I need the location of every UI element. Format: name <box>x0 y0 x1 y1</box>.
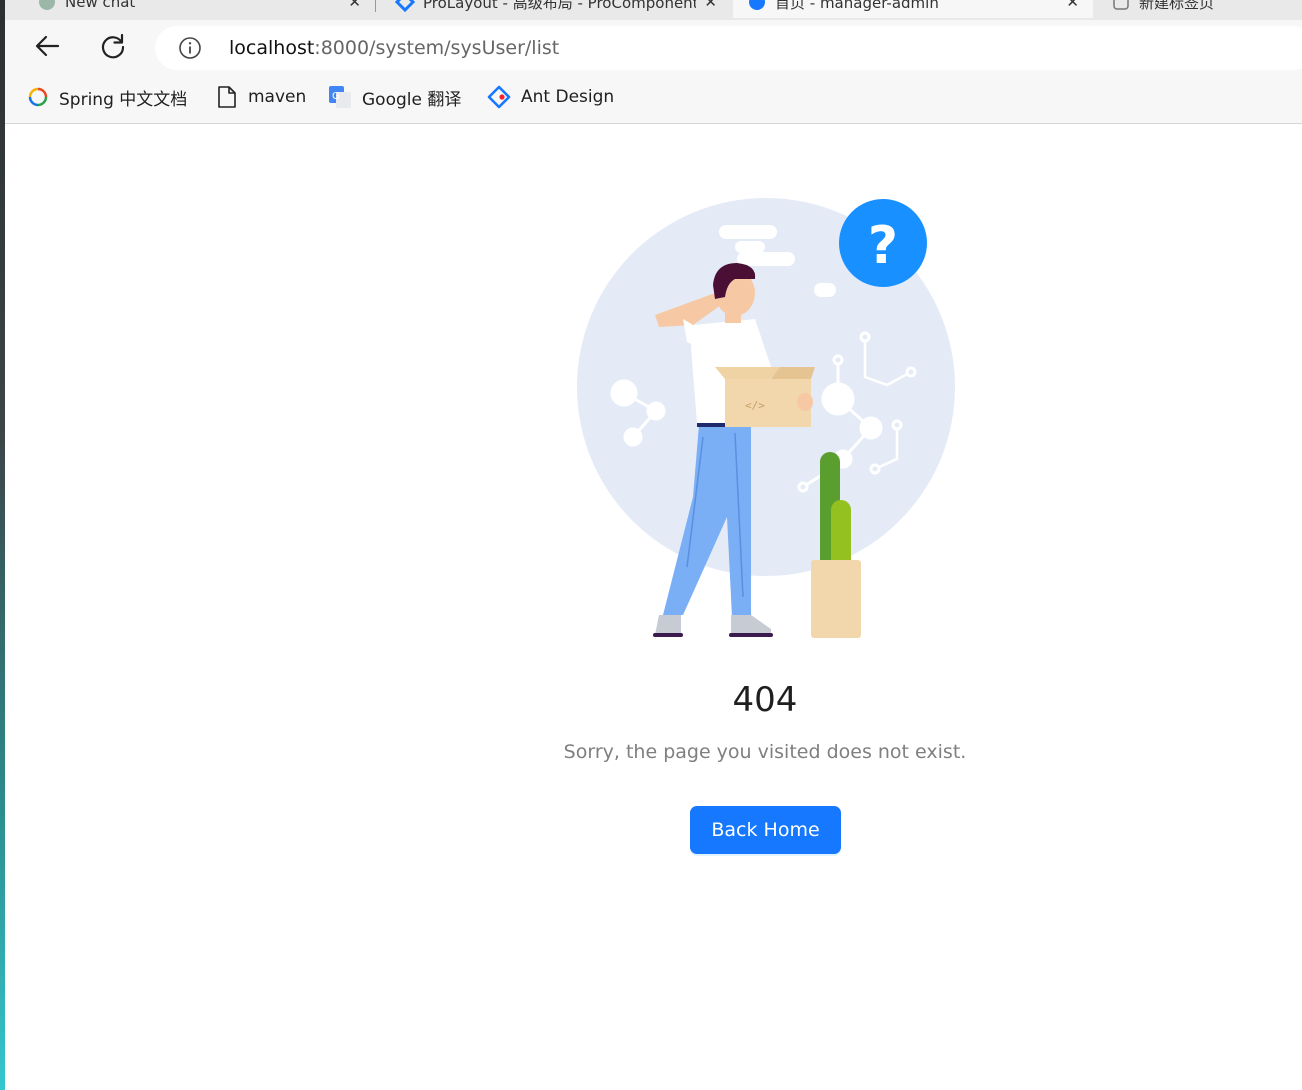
plant-pot <box>811 560 861 638</box>
back-button[interactable] <box>29 28 65 64</box>
site-favicon <box>749 0 765 10</box>
address-bar[interactable]: localhost:8000/system/sysUser/list <box>155 26 1302 70</box>
tab-new-chat[interactable]: New chat ✕ <box>23 0 375 18</box>
tab-title: ProLayout - 高级布局 - ProComponents <box>423 0 697 12</box>
new-tab-icon <box>1113 0 1129 10</box>
ant-design-icon <box>487 85 511 109</box>
close-icon[interactable]: ✕ <box>704 0 717 11</box>
not-found-illustration: ? </> <box>577 198 955 638</box>
error-message: Sorry, the page you visited does not exi… <box>563 741 967 763</box>
cloud <box>737 252 795 266</box>
arrow-left-icon <box>35 35 60 57</box>
page-content: ? </> 404 Sorry, the page you visited do… <box>5 125 1302 1090</box>
reload-button[interactable] <box>95 28 131 64</box>
bookmark-ant-design[interactable]: Ant Design <box>487 84 614 110</box>
bookmarks-bar: Spring 中文文档 maven G Google 翻译 Ant Design <box>5 74 1302 124</box>
bookmark-maven[interactable]: maven <box>216 84 306 110</box>
tab-title: New chat <box>65 0 136 11</box>
bookmark-label: Ant Design <box>521 87 615 107</box>
reload-icon <box>101 33 125 59</box>
tab-title: 新建标签页 <box>1139 0 1215 12</box>
svg-text:</>: </> <box>745 399 765 412</box>
close-icon[interactable]: ✕ <box>348 0 361 11</box>
cloud <box>735 241 765 253</box>
back-home-button[interactable]: Back Home <box>690 806 841 854</box>
tab-manager-admin[interactable]: 首页 - manager-admin ✕ <box>733 0 1093 18</box>
cloud <box>814 283 836 297</box>
bookmark-spring[interactable]: Spring 中文文档 <box>27 84 187 110</box>
procomponents-icon <box>395 0 415 12</box>
tab-strip: New chat ✕ ProLayout - 高级布局 - ProCompone… <box>5 0 1302 20</box>
svg-text:G: G <box>332 91 340 102</box>
info-icon[interactable] <box>179 37 201 59</box>
cloud <box>719 225 777 239</box>
bookmark-label: Spring 中文文档 <box>59 89 188 110</box>
url-path: :8000/system/sysUser/list <box>314 37 560 59</box>
tab-divider <box>375 0 376 12</box>
bookmark-label: Google 翻译 <box>362 89 462 110</box>
question-mark: ? <box>868 216 898 276</box>
tab-new-tab[interactable]: 新建标签页 <box>1097 0 1302 18</box>
tab-title: 首页 - manager-admin <box>775 0 939 12</box>
spring-icon <box>28 87 48 107</box>
google-translate-icon: G <box>329 86 351 108</box>
bookmark-label: maven <box>248 87 307 107</box>
page-icon <box>218 86 236 108</box>
url-host: localhost <box>229 37 315 59</box>
chat-app-icon <box>39 0 55 10</box>
url-text[interactable]: localhost:8000/system/sysUser/list <box>229 37 559 59</box>
browser-toolbar: localhost:8000/system/sysUser/list <box>5 20 1302 74</box>
tab-prolayout[interactable]: ProLayout - 高级布局 - ProComponents ✕ <box>381 0 731 18</box>
bookmark-google-translate[interactable]: G Google 翻译 <box>328 84 461 110</box>
status-code: 404 <box>732 680 798 720</box>
close-icon[interactable]: ✕ <box>1066 0 1079 11</box>
